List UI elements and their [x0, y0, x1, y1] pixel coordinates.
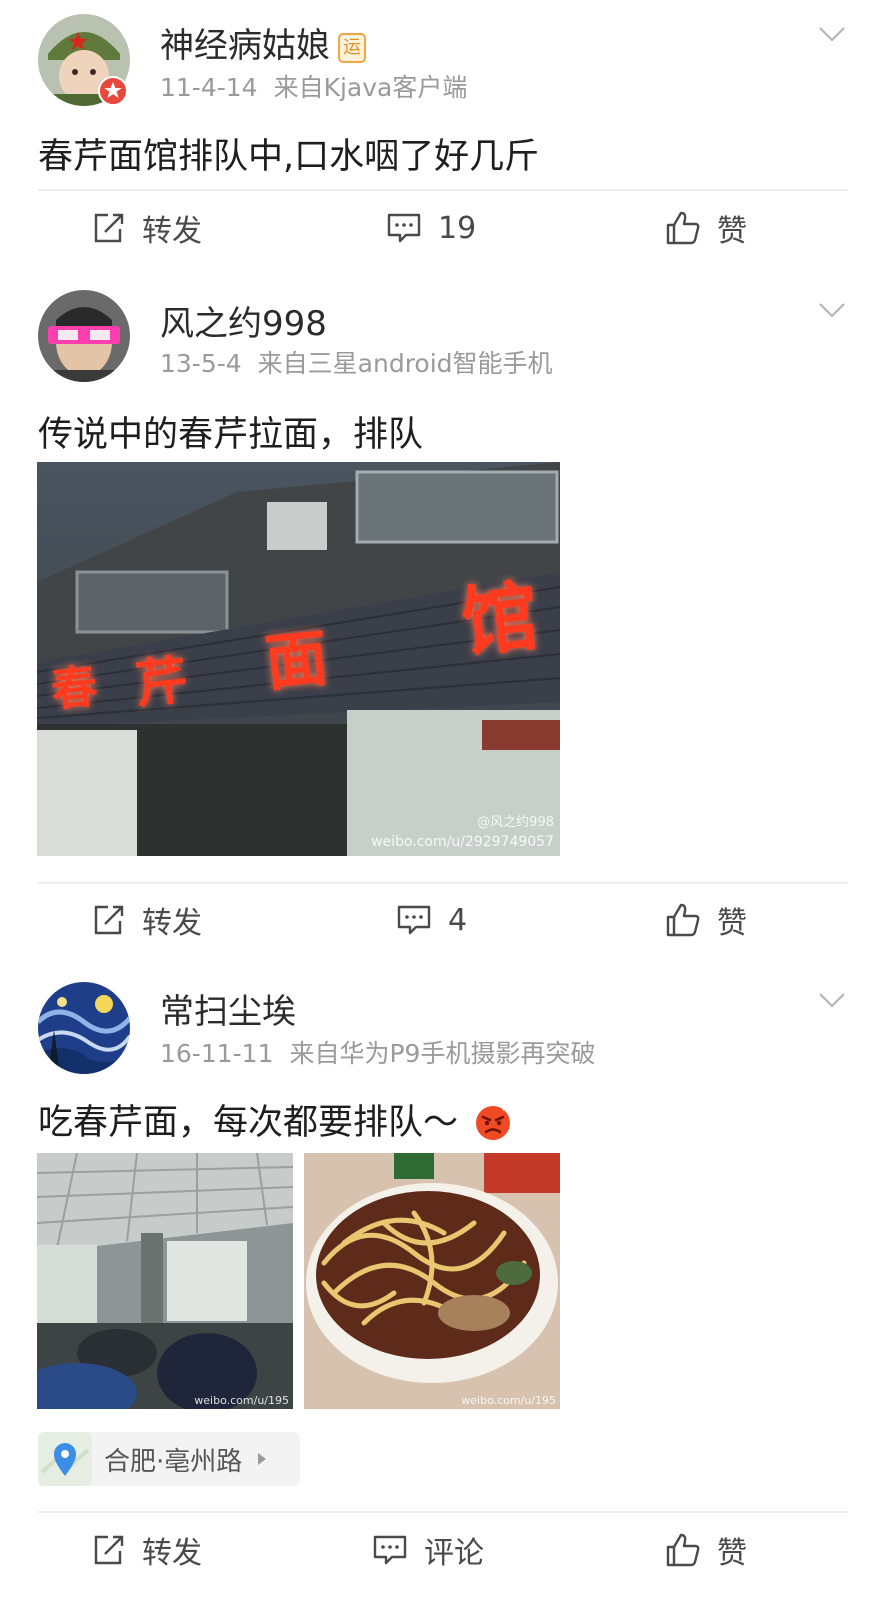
thumbs-up-icon — [666, 903, 700, 937]
divider — [38, 1511, 848, 1513]
comment-icon — [397, 905, 431, 935]
comment-icon — [373, 1535, 407, 1565]
like-button[interactable]: 赞 — [665, 1525, 747, 1575]
sign-char-4: 馆 — [457, 571, 543, 668]
post-meta: 11-4-14 来自Kjava客户端 — [160, 68, 467, 104]
chevron-down-icon[interactable] — [818, 990, 846, 1010]
comment-count: 19 — [438, 210, 477, 246]
like-button[interactable]: 赞 — [665, 203, 747, 253]
post-text: 吃春芹面，每次都要排队～ — [38, 1094, 513, 1145]
post-date: 11-4-14 — [160, 73, 258, 102]
sign-char-1: 春 — [48, 658, 101, 718]
image-watermark: weibo.com/u/195 — [194, 1394, 289, 1407]
post-meta: 13-5-4 来自三星android智能手机 — [160, 344, 553, 380]
noodle-bowl-photo — [304, 1153, 560, 1409]
repost-button[interactable]: 转发 — [92, 203, 202, 253]
repost-label: 转发 — [142, 214, 202, 249]
avatar-image — [38, 290, 130, 382]
repost-button[interactable]: 转发 — [92, 1525, 202, 1575]
divider — [38, 189, 848, 191]
thumbs-up-icon — [666, 211, 700, 245]
weibo-post-2: 风之约998 13-5-4 来自三星android智能手机 传说中的春芹拉面，排队 — [0, 270, 880, 970]
sign-char-2: 芹 — [132, 650, 191, 716]
comment-button[interactable]: 评论 — [372, 1525, 484, 1575]
avatar-post-3[interactable] — [38, 982, 130, 1074]
divider — [38, 882, 848, 884]
caret-right-icon — [258, 1453, 267, 1465]
dining-hall-photo — [37, 1153, 293, 1409]
avatar-image — [38, 982, 130, 1074]
comment-label: 评论 — [424, 1536, 484, 1571]
image-watermark-handle: @风之约998 — [477, 815, 554, 830]
like-label: 赞 — [717, 214, 747, 249]
post-date: 13-5-4 — [160, 349, 242, 378]
sign-char-3: 面 — [261, 620, 332, 701]
action-bar: 转发 19 赞 — [0, 203, 880, 253]
username[interactable]: 常扫尘埃 — [160, 984, 296, 1033]
repost-button[interactable]: 转发 — [92, 895, 202, 945]
image-watermark: weibo.com/u/195 — [461, 1394, 556, 1407]
location-label: 合肥·亳州路 — [104, 1446, 243, 1477]
repost-label: 转发 — [142, 1536, 202, 1571]
chevron-down-icon[interactable] — [818, 24, 846, 44]
post-source[interactable]: 来自Kjava客户端 — [274, 73, 468, 102]
post-date: 16-11-11 — [160, 1039, 274, 1068]
like-label: 赞 — [717, 906, 747, 941]
weibo-post-1: 神经病姑娘运 11-4-14 来自Kjava客户端 春芹面馆排队中,口水咽了好几斤… — [0, 0, 880, 270]
username[interactable]: 神经病姑娘运 — [160, 18, 366, 67]
location-pin-icon — [38, 1432, 92, 1486]
thumbs-up-icon — [666, 1533, 700, 1567]
post-source[interactable]: 来自华为P9手机摄影再突破 — [289, 1039, 595, 1068]
comment-icon — [387, 213, 421, 243]
weibo-post-3: 常扫尘埃 16-11-11 来自华为P9手机摄影再突破 吃春芹面，每次都要排队～ — [0, 970, 880, 1600]
post-image-dining-hall[interactable]: weibo.com/u/195 — [37, 1153, 293, 1409]
repost-label: 转发 — [142, 906, 202, 941]
post-meta: 16-11-11 来自华为P9手机摄影再突破 — [160, 1034, 595, 1070]
username-text[interactable]: 神经病姑娘 — [160, 26, 330, 66]
angry-face-emoji — [476, 1105, 511, 1140]
chevron-down-icon[interactable] — [818, 300, 846, 320]
post-image-noodle-bowl[interactable]: weibo.com/u/195 — [304, 1153, 560, 1409]
repost-icon — [94, 1535, 124, 1565]
post-text-content: 吃春芹面，每次都要排队～ — [38, 1103, 459, 1143]
repost-icon — [94, 905, 124, 935]
comment-button[interactable]: 19 — [386, 203, 476, 253]
image-watermark-url: weibo.com/u/2929749057 — [371, 834, 554, 850]
like-label: 赞 — [717, 1536, 747, 1571]
post-text: 春芹面馆排队中,口水咽了好几斤 — [38, 137, 540, 177]
post-text: 传说中的春芹拉面，排队 — [38, 415, 424, 455]
verified-badge-icon — [98, 76, 128, 106]
comment-count: 4 — [448, 902, 468, 938]
post-source[interactable]: 来自三星android智能手机 — [258, 349, 553, 378]
member-badge-icon: 运 — [338, 33, 366, 63]
action-bar: 转发 4 赞 — [0, 895, 880, 945]
like-button[interactable]: 赞 — [665, 895, 747, 945]
avatar-post-2[interactable] — [38, 290, 130, 382]
location-tag[interactable]: 合肥·亳州路 — [38, 1432, 300, 1486]
action-bar: 转发 评论 赞 — [0, 1525, 880, 1575]
post-image-storefront[interactable]: 春 芹 面 馆 @风之约998 weibo.com/u/2929749057 — [37, 462, 560, 856]
username[interactable]: 风之约998 — [160, 296, 327, 345]
comment-button[interactable]: 4 — [396, 895, 467, 945]
repost-icon — [94, 213, 124, 243]
